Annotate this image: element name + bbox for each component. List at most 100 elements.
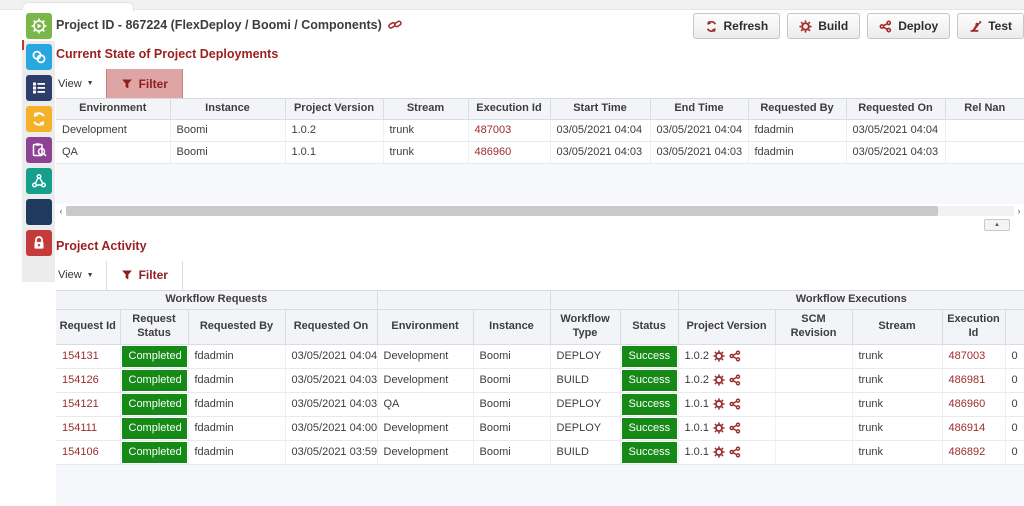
id-link[interactable]: 486892 (949, 446, 986, 458)
table-row[interactable]: 154126Completedfdadmin03/05/2021 04:03De… (56, 368, 1024, 392)
table-row[interactable]: DevelopmentBoomi1.0.2trunk48700303/05/20… (56, 119, 1024, 141)
build-button[interactable]: Build (787, 13, 860, 39)
table-cell: fdadmin (188, 344, 285, 368)
column-header[interactable]: Requested By (748, 99, 846, 119)
share-icon[interactable] (729, 446, 741, 458)
id-link[interactable]: 487003 (949, 350, 986, 362)
sidebar-item-clipboard-search[interactable] (22, 134, 55, 165)
table-row[interactable]: 154131Completedfdadmin03/05/2021 04:04De… (56, 344, 1024, 368)
deploy-button[interactable]: Deploy (867, 13, 950, 39)
column-header[interactable]: Project Version (285, 99, 383, 119)
filter-button[interactable]: Filter (106, 69, 183, 98)
view-dropdown[interactable]: View ▼ (56, 261, 106, 290)
table-cell: 03/05/2021 04:00 (285, 416, 377, 440)
column-header[interactable]: Project Version (678, 310, 775, 345)
filter-button[interactable]: Filter (106, 261, 183, 290)
chevron-down-icon: ▼ (87, 80, 94, 87)
share-icon[interactable] (729, 422, 741, 434)
sidebar-item-robot-arm[interactable] (22, 196, 55, 227)
table-cell: QA (56, 141, 170, 163)
sidebar-item-sync[interactable] (22, 103, 55, 134)
column-header[interactable]: Stream (383, 99, 468, 119)
sidebar-item-gear-play[interactable] (22, 10, 55, 41)
collapse-button[interactable]: ▲ (984, 219, 1010, 231)
id-link[interactable]: 486960 (475, 146, 512, 158)
table-cell: QA (377, 392, 473, 416)
table-cell: Boomi (170, 119, 285, 141)
table-cell (775, 416, 852, 440)
id-link[interactable]: 154126 (62, 374, 99, 386)
column-header[interactable]: Requested By (188, 310, 285, 345)
table-row[interactable]: 154111Completedfdadmin03/05/2021 04:00De… (56, 416, 1024, 440)
project-title-text: Project ID - 867224 (FlexDeploy / Boomi … (56, 18, 382, 32)
status-badge: Completed (122, 442, 187, 463)
table-cell (775, 368, 852, 392)
clipboard-search-icon (26, 137, 52, 163)
chevron-down-icon: ▼ (87, 272, 94, 279)
activity-section-title: Project Activity (56, 239, 1024, 253)
table-cell: 03/05/2021 04:04 (285, 344, 377, 368)
gear-icon[interactable] (713, 446, 725, 458)
gear-icon[interactable] (713, 374, 725, 386)
column-header[interactable]: Instance (170, 99, 285, 119)
scrollbar-thumb[interactable] (66, 206, 938, 216)
funnel-icon (121, 78, 133, 90)
version-text: 1.0.2 (685, 350, 709, 362)
column-header[interactable]: Requested On (846, 99, 945, 119)
table-row[interactable]: 154106Completedfdadmin03/05/2021 03:59De… (56, 440, 1024, 464)
share-icon[interactable] (729, 398, 741, 410)
id-link[interactable]: 154131 (62, 350, 99, 362)
column-header[interactable]: Requested On (285, 310, 377, 345)
column-header[interactable]: Instance (473, 310, 550, 345)
deployments-section-title: Current State of Project Deployments (56, 47, 1024, 61)
gear-icon[interactable] (713, 398, 725, 410)
status-badge: Completed (122, 370, 187, 391)
column-header[interactable]: Request Id (56, 310, 120, 345)
sidebar-item-knot[interactable] (22, 41, 55, 72)
column-header[interactable]: Environment (377, 310, 473, 345)
scroll-right-icon[interactable]: › (1014, 205, 1024, 217)
scroll-left-icon[interactable]: ‹ (56, 205, 66, 217)
id-link[interactable]: 486960 (949, 398, 986, 410)
test-button[interactable]: Test (957, 13, 1024, 39)
gear-play-icon (26, 13, 52, 39)
gear-icon[interactable] (713, 422, 725, 434)
scrollbar-track[interactable] (66, 206, 1014, 216)
refresh-button[interactable]: Refresh (693, 13, 781, 39)
id-link[interactable]: 154121 (62, 398, 99, 410)
column-header[interactable]: Status (620, 310, 678, 345)
table-row[interactable]: QABoomi1.0.1trunk48696003/05/2021 04:030… (56, 141, 1024, 163)
table-cell (775, 392, 852, 416)
table-cell: 03/05/2021 04:04 (846, 119, 945, 141)
version-text: 1.0.1 (685, 446, 709, 458)
horizontal-scrollbar: ‹ › (56, 205, 1024, 217)
id-link[interactable]: 486981 (949, 374, 986, 386)
column-header[interactable]: Rel Nan (945, 99, 1024, 119)
column-header[interactable]: Execution Id (468, 99, 550, 119)
column-header[interactable]: Execution Id (942, 310, 1005, 345)
column-header[interactable]: Request Status (120, 310, 188, 345)
column-header[interactable] (1005, 310, 1024, 345)
sidebar-item-lock[interactable] (22, 227, 55, 258)
column-header[interactable]: Workflow Type (550, 310, 620, 345)
id-link[interactable]: 154106 (62, 446, 99, 458)
share-icon[interactable] (729, 374, 741, 386)
deployments-table: EnvironmentInstanceProject VersionStream… (56, 99, 1024, 164)
link-icon[interactable] (388, 18, 402, 32)
id-link[interactable]: 487003 (475, 124, 512, 136)
view-dropdown[interactable]: View ▼ (56, 69, 106, 98)
share-icon[interactable] (729, 350, 741, 362)
table-row[interactable]: 154121Completedfdadmin03/05/2021 04:03QA… (56, 392, 1024, 416)
column-header-row: Request IdRequest StatusRequested ByRequ… (56, 310, 1024, 345)
column-header[interactable]: Stream (852, 310, 942, 345)
sidebar-item-checklist[interactable] (22, 72, 55, 103)
column-header[interactable]: SCM Revision (775, 310, 852, 345)
sidebar-item-network[interactable] (22, 165, 55, 196)
gear-icon[interactable] (713, 350, 725, 362)
column-header[interactable]: End Time (650, 99, 748, 119)
column-header[interactable]: Environment (56, 99, 170, 119)
id-link[interactable]: 486914 (949, 422, 986, 434)
table-cell (775, 344, 852, 368)
column-header[interactable]: Start Time (550, 99, 650, 119)
id-link[interactable]: 154111 (62, 422, 97, 434)
